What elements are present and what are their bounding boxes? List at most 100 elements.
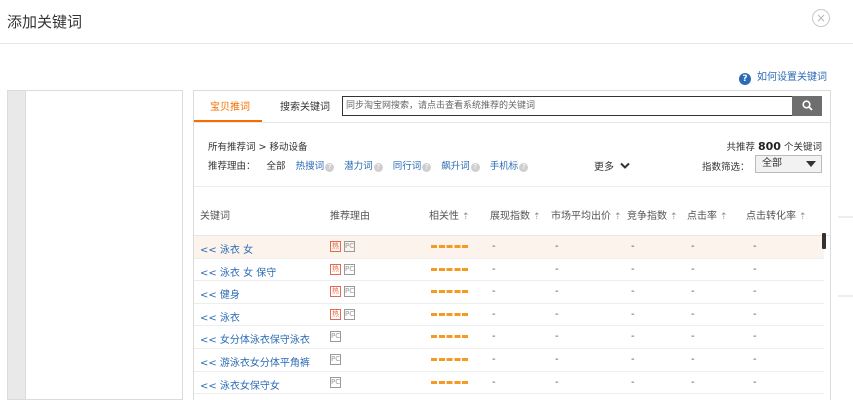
sort-arrow-icon: ⇡ — [670, 212, 678, 222]
reason-tags: PC — [330, 353, 344, 365]
search-box — [342, 96, 796, 116]
relevance-bar — [431, 357, 468, 361]
column-header-relevance[interactable]: 相关性 ⇡ — [429, 207, 470, 222]
more-label: 更多 — [594, 162, 614, 173]
competition-value: - — [631, 376, 635, 388]
ctr-value: - — [691, 308, 695, 320]
keyword-add-link[interactable]: << 游泳衣女分体平角裤 — [200, 354, 310, 369]
keyword-table-body: << 泳衣 女热 PC - - - - - << 泳衣 女 保守热 PC - - - - - << 健身热 P… — [194, 236, 824, 395]
breadcrumb-root[interactable]: 所有推荐词 — [208, 142, 256, 153]
pc-tag-icon: PC — [344, 241, 355, 252]
column-header-reason: 推荐理由 — [330, 211, 370, 222]
impression-index-value: - — [492, 263, 496, 275]
impression-index-value: - — [492, 286, 496, 298]
more-reasons-button[interactable]: 更多 — [594, 158, 630, 173]
table-row[interactable]: << 健身 热 PC - - - - - — [194, 281, 824, 304]
reason-mobile-tag[interactable]: 手机标? — [490, 161, 529, 172]
ctr-value: - — [691, 286, 695, 298]
table-row[interactable]: << 泳衣 热 PC - - - - - — [194, 304, 824, 327]
table-row[interactable]: << 泳衣 女 保守 热 PC - - - - - — [194, 259, 824, 282]
index-filter-value: 全部 — [762, 158, 782, 169]
pc-tag-icon: PC — [344, 308, 355, 320]
column-header-cvr[interactable]: 点击转化率 ⇡ — [746, 207, 807, 222]
table-row[interactable]: << 游泳衣女分体平角裤 PC - - - - - — [194, 349, 824, 372]
reason-tags: 热 PC — [330, 263, 358, 275]
table-row[interactable]: << 泳衣 女 热 PC - - - - - — [194, 236, 824, 259]
keyword-add-link[interactable]: << 泳衣 — [200, 309, 240, 324]
hot-tag-icon: 热 — [330, 263, 341, 275]
total-count: 800 — [757, 140, 781, 153]
column-header-competition-label: 竞争指数 — [627, 211, 667, 222]
column-header-keyword: 关键词 — [200, 211, 230, 222]
reason-rising-label: 飙升词 — [441, 161, 470, 172]
cvr-value: - — [753, 353, 757, 365]
competition-value: - — [631, 241, 635, 252]
impression-index-value: - — [492, 353, 496, 365]
help-icon: ? — [739, 73, 751, 85]
column-header-impression-index[interactable]: 展现指数 ⇡ — [490, 207, 541, 222]
cvr-value: - — [753, 241, 757, 252]
sort-arrow-icon: ⇡ — [462, 212, 470, 222]
recommend-panel: 宝贝推词 搜索关键词 所有推荐词>移动设备 推荐理由： 全部 热搜词? 潜力词?… — [193, 90, 831, 400]
keyword-add-link[interactable]: << 泳衣女保守女 — [200, 377, 280, 392]
reason-potential[interactable]: 潜力词? — [344, 161, 383, 172]
hot-tag-icon: 热 — [330, 241, 341, 252]
question-icon: ? — [422, 163, 432, 172]
tab-item-recommend[interactable]: 宝贝推词 — [210, 98, 250, 113]
ctr-value: - — [691, 241, 695, 252]
competition-value: - — [631, 263, 635, 275]
competition-value: - — [631, 308, 635, 320]
table-row[interactable]: << 泳衣女保守女 PC - - - - - — [194, 372, 824, 395]
left-panel-strip — [8, 91, 26, 399]
keyword-add-link[interactable]: << 女分体泳衣保守泳衣 — [200, 331, 310, 346]
keyword-add-link[interactable]: << 泳衣 女 保守 — [200, 264, 276, 279]
close-icon[interactable]: × — [812, 9, 830, 27]
avg-bid-value: - — [555, 286, 559, 298]
background-edge — [838, 295, 853, 297]
search-input[interactable] — [343, 97, 795, 115]
reason-rising[interactable]: 飙升词? — [441, 161, 480, 172]
active-tab-indicator — [194, 120, 262, 122]
cvr-value: - — [753, 331, 757, 343]
column-header-ctr-label: 点击率 — [687, 211, 717, 222]
pc-tag-icon: PC — [330, 376, 341, 388]
reason-peer[interactable]: 同行词? — [393, 161, 432, 172]
breadcrumb: 所有推荐词 > 移动设备 — [208, 139, 311, 153]
column-header-competition[interactable]: 竞争指数 ⇡ — [627, 207, 678, 222]
dialog-title-bar: 添加关键词 × — [0, 0, 853, 44]
keyword-add-link[interactable]: << 健身 — [200, 286, 240, 301]
table-scrollbar-thumb[interactable] — [822, 233, 826, 249]
reason-tags: PC — [330, 376, 344, 388]
index-filter-select[interactable]: 全部 — [755, 155, 822, 173]
impression-index-value: - — [492, 376, 496, 388]
impression-index-value: - — [492, 308, 496, 320]
ctr-value: - — [691, 263, 695, 275]
dialog-title: 添加关键词 — [7, 13, 83, 31]
question-icon: ? — [373, 163, 383, 172]
reason-all[interactable]: 全部 — [267, 161, 286, 172]
question-icon: ? — [470, 163, 480, 172]
column-header-ctr[interactable]: 点击率 ⇡ — [687, 207, 728, 222]
help-link-label: 如何设置关键词 — [757, 72, 827, 83]
cvr-value: - — [753, 286, 757, 298]
reason-mobile-tag-label: 手机标 — [489, 161, 519, 172]
reason-tags: PC — [330, 331, 344, 343]
tab-search-keywords[interactable]: 搜索关键词 — [280, 98, 330, 113]
table-row[interactable]: << 女分体泳衣保守泳衣 PC - - - - - — [194, 326, 824, 349]
relevance-bar — [431, 312, 468, 316]
column-header-avg-bid[interactable]: 市场平均出价 ⇡ — [551, 207, 622, 222]
tabs-row: 宝贝推词 搜索关键词 — [194, 91, 830, 123]
breadcrumb-current: 移动设备 — [269, 142, 308, 153]
relevance-bar — [431, 335, 468, 339]
help-link[interactable]: ? 如何设置关键词 — [739, 68, 827, 85]
competition-value: - — [631, 286, 635, 298]
search-icon — [801, 100, 813, 111]
index-filter-label: 指数筛选： — [702, 162, 750, 173]
search-button[interactable] — [792, 96, 822, 116]
relevance-bar — [431, 380, 468, 384]
keyword-add-link[interactable]: << 泳衣 女 — [200, 241, 253, 256]
pc-tag-icon: PC — [330, 353, 341, 365]
cvr-value: - — [753, 263, 757, 275]
impression-index-value: - — [492, 331, 496, 343]
reason-hot-search[interactable]: 热搜词? — [296, 161, 335, 172]
